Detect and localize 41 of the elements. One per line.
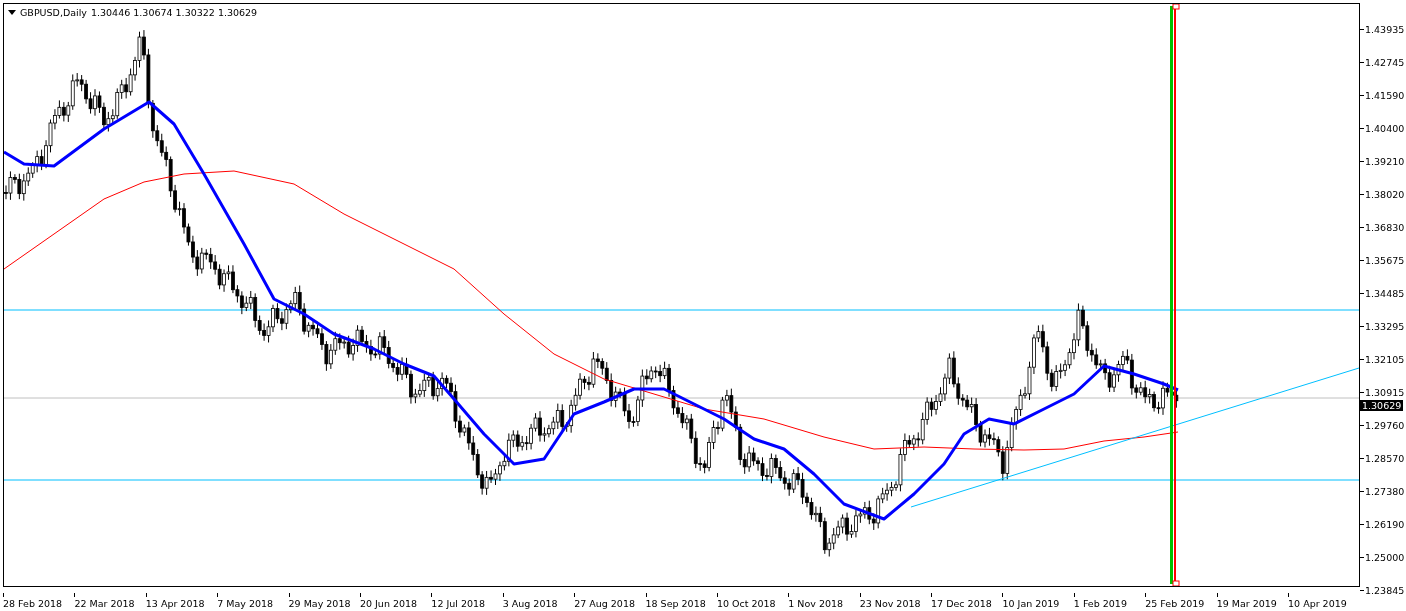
price-label: 1.32105 [1365, 354, 1405, 365]
date-label: 10 Oct 2018 [716, 598, 776, 609]
date-label: 1 Feb 2019 [1073, 598, 1127, 609]
date-label: 25 Feb 2019 [1145, 598, 1205, 609]
date-label: 18 Sep 2018 [645, 598, 706, 609]
date-label: 19 Mar 2019 [1216, 598, 1277, 609]
price-label: 1.36830 [1365, 222, 1405, 233]
quote-values: 1.30446 1.30674 1.30322 1.30629 [90, 7, 258, 18]
price-label: 1.40400 [1365, 123, 1405, 134]
price-label: 1.26190 [1365, 519, 1405, 530]
price-label: 1.28570 [1365, 453, 1405, 464]
date-label: 23 Nov 2018 [859, 598, 921, 609]
date-label: 10 Apr 2019 [1288, 598, 1347, 609]
date-label: 3 Aug 2018 [502, 598, 558, 609]
price-label: 1.39210 [1365, 156, 1405, 167]
date-label: 27 Aug 2018 [574, 598, 635, 609]
dropdown-triangle-icon[interactable] [8, 10, 16, 15]
date-label: 10 Jan 2019 [1002, 598, 1060, 609]
price-label: 1.23845 [1365, 585, 1405, 596]
date-label: 22 Mar 2018 [74, 598, 135, 609]
date-label: 17 Dec 2018 [931, 598, 992, 609]
price-label: 1.43935 [1365, 24, 1405, 35]
price-label: 1.33295 [1365, 321, 1405, 332]
date-label: 20 Jun 2018 [359, 598, 418, 609]
price-label: 1.34485 [1365, 288, 1405, 299]
date-label: 12 Jul 2018 [431, 598, 486, 609]
date-label: 7 May 2018 [217, 598, 274, 609]
price-label: 1.35675 [1365, 255, 1405, 266]
price-label: 1.42745 [1365, 57, 1405, 68]
date-label: 1 Nov 2018 [788, 598, 844, 609]
date-label: 28 Feb 2018 [3, 598, 63, 609]
price-label: 1.38020 [1365, 189, 1405, 200]
symbol-label: GBPUSD,Daily [20, 7, 87, 18]
price-label: 1.41590 [1365, 90, 1405, 101]
price-label: 1.27380 [1365, 486, 1405, 497]
price-label: 1.29760 [1365, 420, 1405, 431]
price-label: 1.30915 [1365, 387, 1405, 398]
date-label: 29 May 2018 [288, 598, 351, 609]
price-label: 1.25000 [1365, 552, 1405, 563]
date-label: 13 Apr 2018 [145, 598, 205, 609]
current-price-label: 1.30629 [1360, 400, 1404, 411]
